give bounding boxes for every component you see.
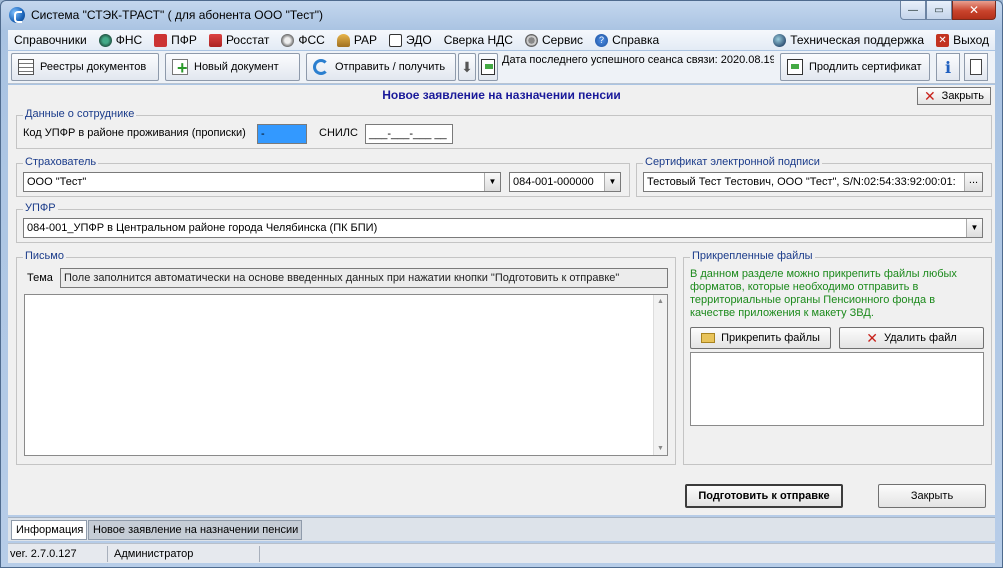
fns-icon: [98, 33, 112, 47]
menu-fss[interactable]: ФСС: [275, 30, 330, 50]
extend-certificate-button[interactable]: Продлить сертификат: [780, 53, 930, 81]
close-form-top-button[interactable]: ✕ Закрыть: [917, 87, 991, 105]
menu-tech-support[interactable]: Техническая поддержка: [767, 30, 930, 50]
exit-icon: ✕: [936, 33, 950, 47]
menu-references[interactable]: Справочники: [8, 30, 93, 50]
letter-group: Письмо Тема Поле заполнится автоматическ…: [16, 250, 676, 465]
letter-body-textarea[interactable]: ▲ ▼: [24, 294, 668, 456]
fss-icon: [281, 33, 295, 47]
send-receive-button[interactable]: Отправить / получить: [306, 53, 456, 81]
document-tabs: Информация Новое заявление на назначении…: [8, 517, 995, 541]
menu-rar[interactable]: РАР: [331, 30, 383, 50]
info-button[interactable]: i: [936, 53, 960, 81]
minimize-button[interactable]: —: [900, 1, 926, 20]
attachments-legend: Прикрепленные файлы: [690, 250, 815, 262]
subject-label: Тема: [27, 272, 53, 284]
menu-pfr[interactable]: ПФР: [148, 30, 203, 50]
status-message: [264, 546, 994, 562]
attachments-group: Прикрепленные файлы В данном разделе мож…: [683, 250, 992, 465]
document-registry-button[interactable]: Реестры документов: [11, 53, 159, 81]
version-label: ver. 2.7.0.127: [8, 546, 108, 562]
menu-fns[interactable]: ФНС: [93, 30, 148, 50]
chevron-down-icon[interactable]: ▼: [966, 219, 982, 237]
close-form-button[interactable]: Закрыть: [878, 484, 986, 508]
status-bar: ver. 2.7.0.127 Администратор: [8, 543, 995, 563]
document-pdf-button[interactable]: [964, 53, 988, 81]
current-user-label: Администратор: [112, 546, 260, 562]
menu-exit[interactable]: ✕ Выход: [930, 30, 995, 50]
letter-legend: Письмо: [23, 250, 66, 262]
app-logo-icon: [9, 7, 25, 23]
attach-files-button[interactable]: Прикрепить файлы: [690, 327, 831, 349]
certificate-group: Сертификат электронной подписи Тестовый …: [636, 156, 992, 197]
browse-certificate-button[interactable]: ...: [964, 173, 982, 191]
edo-icon: [389, 33, 403, 47]
menu-help[interactable]: ? Справка: [589, 30, 665, 50]
last-session-status: Дата последнего успешного сеанса связи: …: [502, 54, 774, 66]
exchange-log-button[interactable]: [478, 53, 498, 81]
insurer-code-select[interactable]: 084-001-000000 ▼: [509, 172, 621, 192]
insurer-group: Страхователь ООО "Тест" ▼ 084-001-000000…: [16, 156, 630, 197]
close-x-icon: ✕: [923, 88, 936, 104]
chevron-down-icon[interactable]: ▼: [484, 173, 500, 191]
snils-input[interactable]: ___-___-___ __: [365, 124, 453, 144]
title-bar[interactable]: Система "СТЭК-ТРАСТ" ( для абонента ООО …: [1, 1, 1002, 29]
certificate-field[interactable]: Тестовый Тест Тестович, ООО "Тест", S/N:…: [643, 172, 983, 192]
employee-legend: Данные о сотруднике: [23, 108, 137, 120]
info-icon: i: [944, 57, 952, 77]
close-window-button[interactable]: ✕: [952, 1, 996, 20]
menu-rosstat[interactable]: Росстат: [203, 30, 275, 50]
form-title: Новое заявление на назначении пенсии: [382, 88, 621, 102]
upfr-code-label: Код УПФР в районе проживания (прописки): [23, 127, 246, 139]
upfr-group: УПФР 084-001_УПФР в Центральном районе г…: [16, 202, 992, 243]
letter-scrollbar[interactable]: ▲ ▼: [653, 295, 667, 455]
certificate-legend: Сертификат электронной подписи: [643, 156, 822, 168]
tab-new-pension-application[interactable]: Новое заявление на назначении пенсии: [88, 520, 302, 540]
delete-x-icon: ✕: [866, 330, 878, 346]
document-exchange-icon: [481, 59, 495, 75]
new-document-button[interactable]: Новый документ: [165, 53, 300, 81]
folder-open-icon: [701, 333, 716, 343]
window-title: Система "СТЭК-ТРАСТ" ( для абонента ООО …: [31, 8, 323, 22]
certificate-icon: [787, 59, 803, 75]
delete-file-button[interactable]: ✕ Удалить файл: [839, 327, 984, 349]
upfr-code-input[interactable]: -: [257, 124, 307, 144]
snils-label: СНИЛС: [319, 127, 358, 139]
upfr-select[interactable]: 084-001_УПФР в Центральном районе города…: [23, 218, 983, 238]
attached-files-list[interactable]: [690, 352, 984, 426]
insurer-select[interactable]: ООО "Тест" ▼: [23, 172, 501, 192]
send-receive-dropdown-button[interactable]: ⬇: [458, 53, 476, 81]
help-icon: ?: [595, 33, 609, 47]
prepare-to-send-button[interactable]: Подготовить к отправке: [685, 484, 843, 508]
toolbar: Реестры документов Новый документ Отправ…: [8, 51, 995, 84]
sync-icon: [313, 59, 329, 75]
support-globe-icon: [773, 33, 787, 47]
form-panel: Новое заявление на назначении пенсии ✕ За…: [8, 85, 995, 515]
attachments-hint: В данном разделе можно прикрепить файлы …: [690, 268, 957, 319]
employee-group: Данные о сотруднике Код УПФР в районе пр…: [16, 108, 992, 149]
document-icon: [970, 59, 982, 75]
menu-vat-reconciliation[interactable]: Сверка НДС: [438, 30, 519, 50]
registry-icon: [18, 59, 34, 75]
scroll-up-icon[interactable]: ▲: [654, 295, 667, 308]
chevron-down-icon[interactable]: ▼: [604, 173, 620, 191]
pfr-icon: [154, 33, 168, 47]
maximize-button[interactable]: ▭: [926, 1, 952, 20]
menu-edo[interactable]: ЭДО: [383, 30, 438, 50]
window-controls: — ▭ ✕: [900, 1, 996, 20]
upfr-legend: УПФР: [23, 202, 58, 214]
menu-service[interactable]: Сервис: [519, 30, 589, 50]
new-document-icon: [172, 58, 188, 79]
rosstat-icon: [208, 33, 222, 47]
insurer-legend: Страхователь: [23, 156, 99, 168]
menu-bar: Справочники ФНС ПФР Росстат ФСС РАР ЭДО …: [8, 30, 995, 50]
subject-field[interactable]: Поле заполнится автоматически на основе …: [60, 268, 668, 288]
app-window: Система "СТЭК-ТРАСТ" ( для абонента ООО …: [0, 0, 1003, 568]
rar-icon: [336, 33, 350, 47]
tab-info[interactable]: Информация: [11, 520, 87, 540]
scroll-down-icon[interactable]: ▼: [654, 442, 667, 455]
gear-icon: [524, 33, 538, 47]
